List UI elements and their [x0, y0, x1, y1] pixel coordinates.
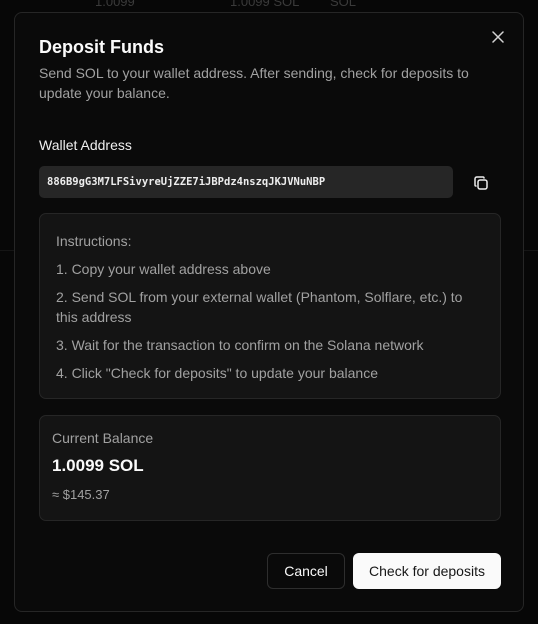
- balance-card: Current Balance 1.0099 SOL ≈ $145.37: [39, 415, 501, 521]
- close-icon: [492, 31, 504, 43]
- dialog-description: Send SOL to your wallet address. After s…: [39, 65, 469, 101]
- instructions-heading: Instructions:: [56, 233, 132, 249]
- instruction-step: 3. Wait for the transaction to confirm o…: [56, 337, 424, 353]
- copy-address-button[interactable]: [467, 169, 495, 197]
- wallet-address-label: Wallet Address: [39, 137, 132, 153]
- instruction-step: 2. Send SOL from your external wallet (P…: [56, 289, 463, 325]
- wallet-address-field[interactable]: 886B9gG3M7LFSivyreUjZZE7iJBPdz4nszqJKJVN…: [39, 166, 453, 198]
- instruction-step: 4. Click "Check for deposits" to update …: [56, 365, 378, 381]
- deposit-dialog: Deposit Funds Send SOL to your wallet ad…: [14, 12, 524, 612]
- copy-icon: [474, 176, 488, 190]
- instructions-card: Instructions: 1. Copy your wallet addres…: [39, 213, 501, 399]
- background-value: SOL: [330, 0, 357, 9]
- background-value: 1.0099 SOL: [230, 0, 300, 9]
- check-deposits-button[interactable]: Check for deposits: [353, 553, 501, 589]
- wallet-address-value[interactable]: 886B9gG3M7LFSivyreUjZZE7iJBPdz4nszqJKJVN…: [47, 176, 325, 188]
- dialog-title: Deposit Funds: [39, 37, 164, 57]
- balance-usd-value: ≈ $145.37: [52, 487, 110, 502]
- instruction-step: 1. Copy your wallet address above: [56, 261, 271, 277]
- background-row: 1.0099 1.0099 SOL SOL: [0, 0, 538, 9]
- cancel-button[interactable]: Cancel: [267, 553, 345, 589]
- background-value: 1.0099: [95, 0, 135, 9]
- balance-value: 1.0099 SOL: [52, 456, 144, 475]
- close-button[interactable]: [489, 28, 507, 46]
- balance-label: Current Balance: [52, 430, 154, 446]
